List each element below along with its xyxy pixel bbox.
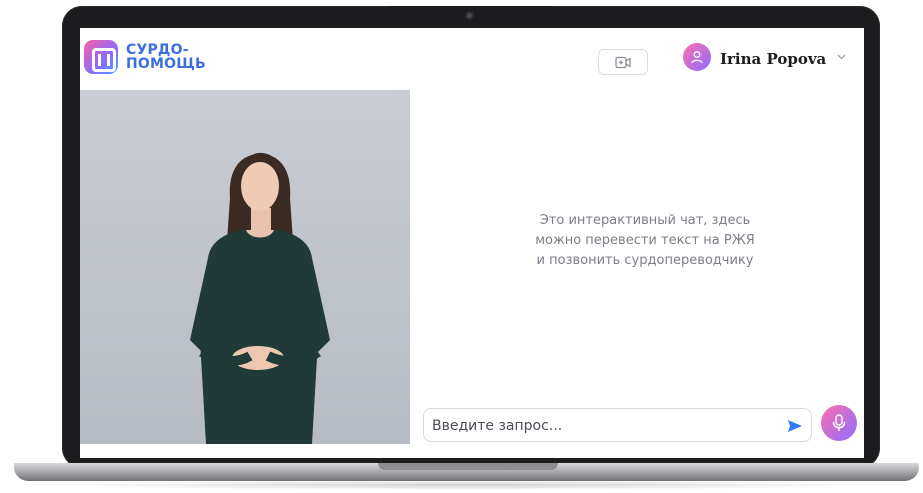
brand-name-line1: СУРДО- (126, 42, 189, 58)
chevron-down-icon[interactable] (837, 54, 846, 60)
video-camera-icon (615, 56, 631, 68)
microphone-icon (832, 414, 846, 431)
send-icon[interactable] (786, 417, 804, 435)
chat-hint-line: и позвонить сурдопереводчику (536, 253, 754, 268)
user-name[interactable]: Irina Popova (720, 50, 826, 68)
app-screen: СУРДО- ПОМОЩЬ Irina Popova Это интеракти… (80, 28, 864, 458)
start-video-call-button[interactable] (598, 49, 648, 75)
microphone-button[interactable] (821, 405, 857, 441)
brand-name-line2: ПОМОЩЬ (126, 56, 206, 72)
laptop-shadow (40, 480, 890, 490)
brand-logo[interactable]: СУРДО- ПОМОЩЬ (84, 40, 206, 74)
laptop-base-lip (378, 463, 558, 470)
user-icon (691, 51, 703, 64)
avatar[interactable] (683, 43, 711, 71)
chat-empty-hint: Это интерактивный чат, здесь можно перев… (480, 211, 810, 271)
query-box (423, 408, 812, 442)
chat-hint-line: можно перевести текст на РЖЯ (535, 233, 755, 248)
chat-hint-line: Это интерактивный чат, здесь (539, 213, 751, 228)
sign-language-video[interactable] (80, 90, 410, 444)
interpreter-figure (190, 152, 330, 444)
logo-icon (84, 40, 118, 74)
webcam-icon (465, 11, 474, 20)
query-input[interactable] (432, 415, 772, 437)
brand-name: СУРДО- ПОМОЩЬ (126, 43, 206, 71)
